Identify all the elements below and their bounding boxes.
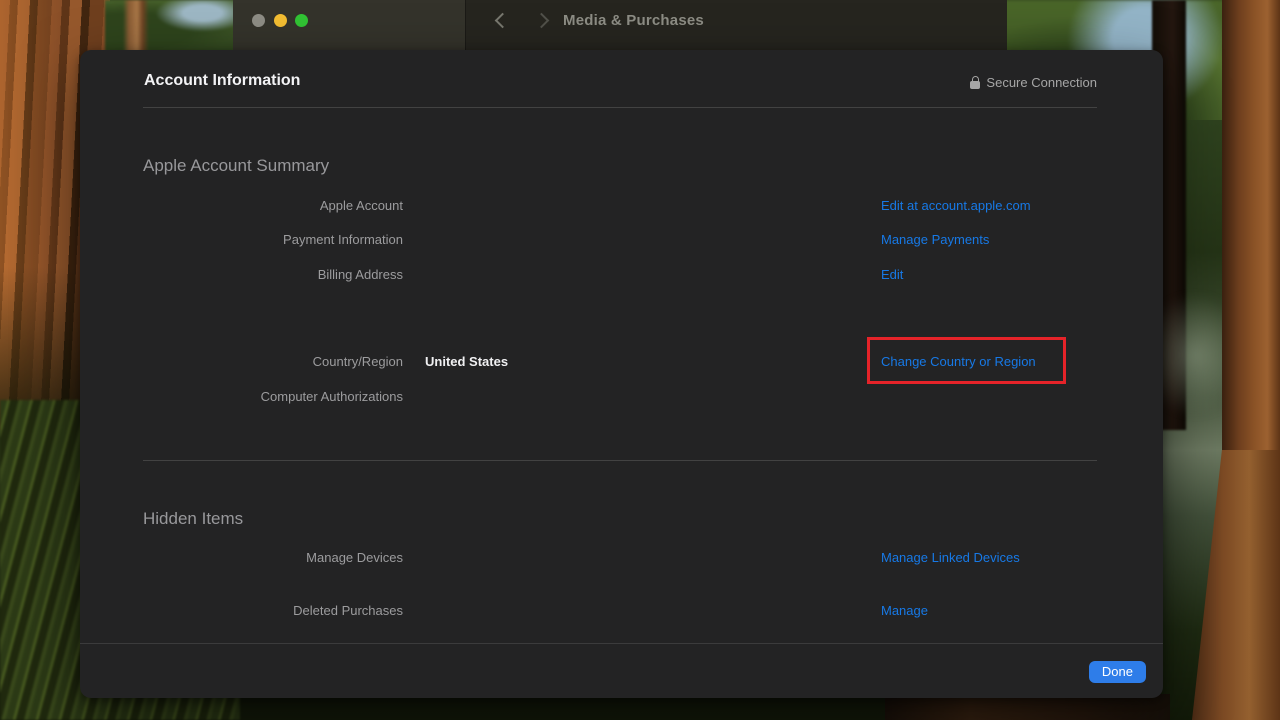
- row-label: Deleted Purchases: [153, 601, 403, 621]
- account-information-dialog: Account Information Secure Connection Ap…: [80, 50, 1163, 698]
- forward-chevron-icon[interactable]: [534, 13, 550, 29]
- wallpaper-topleft-trees: [105, 0, 235, 52]
- back-chevron-icon[interactable]: [495, 13, 511, 29]
- secure-connection-indicator: Secure Connection: [970, 75, 1097, 90]
- dialog-title: Account Information: [144, 72, 300, 90]
- section-heading-hidden-items: Hidden Items: [143, 509, 243, 529]
- row-label: Manage Devices: [153, 548, 403, 568]
- done-button[interactable]: Done: [1089, 661, 1146, 683]
- zoom-button[interactable]: [295, 14, 308, 27]
- close-button[interactable]: [252, 14, 265, 27]
- row-payment-information: Payment Information Manage Payments: [80, 230, 1163, 250]
- row-manage-devices: Manage Devices Manage Linked Devices: [80, 548, 1163, 568]
- secure-connection-label: Secure Connection: [986, 75, 1097, 90]
- deleted-purchases-manage-link[interactable]: Manage: [881, 601, 928, 621]
- row-deleted-purchases: Deleted Purchases Manage: [80, 601, 1163, 621]
- window-sidebar: [233, 0, 466, 56]
- minimize-button[interactable]: [274, 14, 287, 27]
- row-label: Billing Address: [153, 265, 403, 285]
- row-computer-authorizations: Computer Authorizations: [80, 387, 1163, 407]
- manage-payments-link[interactable]: Manage Payments: [881, 230, 989, 250]
- media-purchases-window: Media & Purchases: [233, 0, 1007, 56]
- manage-linked-devices-link[interactable]: Manage Linked Devices: [881, 548, 1020, 568]
- row-billing-address: Billing Address Edit: [80, 265, 1163, 285]
- highlight-box: [867, 337, 1066, 384]
- window-title: Media & Purchases: [563, 0, 704, 41]
- row-label: Apple Account: [153, 196, 403, 216]
- country-region-value: United States: [425, 352, 508, 372]
- lock-icon: [970, 81, 980, 89]
- header-divider: [143, 107, 1097, 108]
- billing-edit-link[interactable]: Edit: [881, 265, 903, 285]
- section-divider: [143, 460, 1097, 461]
- footer-divider: [80, 643, 1163, 644]
- row-apple-account: Apple Account Edit at account.apple.com: [80, 196, 1163, 216]
- section-heading-apple-account-summary: Apple Account Summary: [143, 156, 329, 176]
- edit-at-account-apple-com-link[interactable]: Edit at account.apple.com: [881, 196, 1031, 216]
- row-label: Computer Authorizations: [153, 387, 403, 407]
- row-label: Payment Information: [153, 230, 403, 250]
- row-label: Country/Region: [153, 352, 403, 372]
